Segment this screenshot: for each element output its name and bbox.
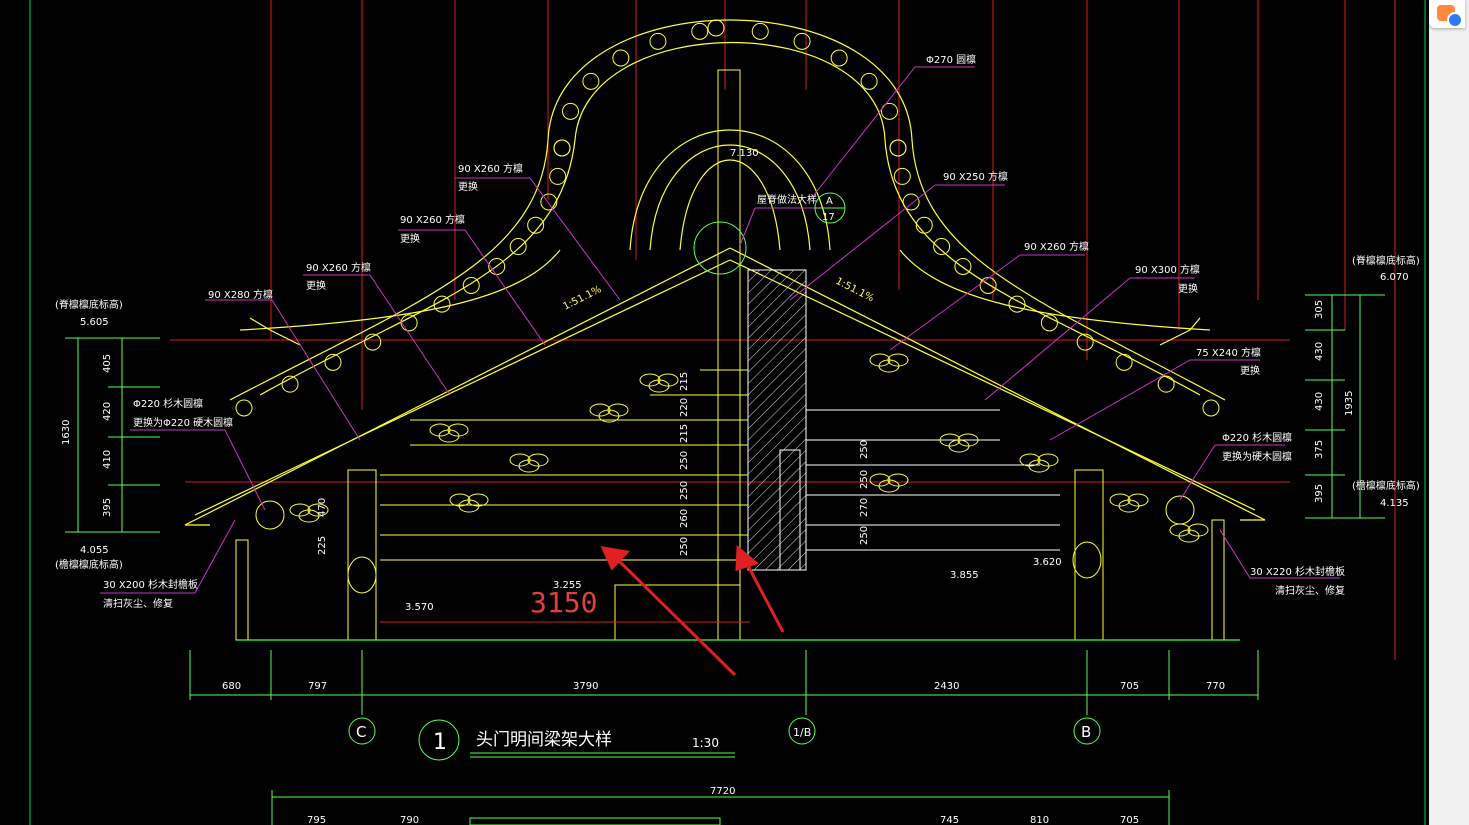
svg-text:90 X300 方檩: 90 X300 方檩 (1135, 263, 1200, 276)
svg-text:797: 797 (308, 681, 327, 692)
svg-text:250: 250 (859, 526, 870, 545)
svg-text:270: 270 (859, 498, 870, 517)
right-panel-strip (1429, 0, 1469, 825)
svg-text:90 X260 方檩: 90 X260 方檩 (1024, 240, 1089, 253)
svg-text:17: 17 (822, 212, 835, 223)
svg-text:Φ270 圆檩: Φ270 圆檩 (926, 53, 976, 66)
svg-text:1630: 1630 (61, 420, 72, 445)
svg-text:250: 250 (859, 470, 870, 489)
svg-text:810: 810 (1030, 815, 1049, 825)
app-dot-icon (1447, 12, 1463, 28)
svg-text:215: 215 (679, 424, 690, 443)
svg-text:3790: 3790 (573, 681, 598, 692)
svg-text:470: 470 (317, 498, 328, 517)
svg-text:90 X280 方檩: 90 X280 方檩 (208, 288, 273, 301)
svg-text:3.255: 3.255 (553, 580, 582, 591)
svg-text:90 X250 方檩: 90 X250 方檩 (943, 170, 1008, 183)
svg-text:90 X260 方檩: 90 X260 方檩 (400, 213, 465, 226)
svg-text:4.055: 4.055 (80, 545, 109, 556)
svg-text:(檐檩檩底标高): (檐檩檩底标高) (1352, 479, 1420, 492)
svg-text:2430: 2430 (934, 681, 959, 692)
overall-dim: 7720 (710, 786, 735, 797)
svg-text:6.070: 6.070 (1380, 272, 1409, 283)
svg-text:220: 220 (679, 398, 690, 417)
svg-text:更换: 更换 (306, 279, 326, 292)
svg-text:430: 430 (1314, 342, 1325, 361)
svg-text:745: 745 (940, 815, 959, 825)
svg-text:420: 420 (102, 402, 113, 421)
svg-text:(檐檩檩底标高): (檐檩檩底标高) (55, 558, 123, 571)
svg-text:395: 395 (1314, 484, 1325, 503)
drawing-number: 1 (433, 730, 447, 755)
svg-text:305: 305 (1314, 300, 1325, 319)
svg-text:30 X200 杉木封檐板: 30 X200 杉木封檐板 (103, 578, 198, 591)
svg-text:更换: 更换 (400, 232, 420, 245)
svg-text:375: 375 (1314, 440, 1325, 459)
svg-text:680: 680 (222, 681, 241, 692)
svg-text:790: 790 (400, 815, 419, 825)
svg-text:清扫灰尘、修复: 清扫灰尘、修复 (103, 597, 173, 610)
svg-text:7.130: 7.130 (730, 148, 759, 159)
svg-text:更换: 更换 (1240, 364, 1260, 377)
cad-drawing-canvas[interactable]: 头门明间梁架大样 1 1:30 C 1/B B 7720 3150 680 79… (0, 0, 1469, 825)
svg-text:3.570: 3.570 (405, 602, 434, 613)
svg-text:更换为硬木圆檩: 更换为硬木圆檩 (1222, 450, 1292, 463)
svg-text:430: 430 (1314, 392, 1325, 411)
svg-text:更换: 更换 (1178, 282, 1198, 295)
drawing-scale: 1:30 (692, 736, 719, 750)
drawing-title: 头门明间梁架大样 (476, 730, 612, 750)
svg-text:90 X260 方檩: 90 X260 方檩 (458, 162, 523, 175)
svg-text:更换: 更换 (458, 180, 478, 193)
svg-text:405: 405 (102, 354, 113, 373)
svg-text:395: 395 (102, 498, 113, 517)
svg-text:(脊檩檩底标高): (脊檩檩底标高) (55, 298, 123, 311)
svg-text:30 X220 杉木封檐板: 30 X220 杉木封檐板 (1250, 565, 1345, 578)
axis-label-1b: 1/B (793, 726, 811, 739)
svg-text:(脊檩檩底标高): (脊檩檩底标高) (1352, 254, 1420, 267)
svg-text:260: 260 (679, 509, 690, 528)
svg-text:Φ220 杉木圆檩: Φ220 杉木圆檩 (1222, 431, 1292, 444)
axis-label-c: C (356, 723, 366, 741)
svg-text:410: 410 (102, 450, 113, 469)
svg-text:清扫灰尘、修复: 清扫灰尘、修复 (1275, 584, 1345, 597)
axis-label-b: B (1081, 723, 1091, 741)
svg-text:4.135: 4.135 (1380, 498, 1409, 509)
svg-text:705: 705 (1120, 815, 1139, 825)
svg-text:Φ220 杉木圆檩: Φ220 杉木圆檩 (133, 397, 203, 410)
svg-text:705: 705 (1120, 681, 1139, 692)
svg-text:A: A (826, 196, 833, 207)
svg-text:90 X260 方檩: 90 X260 方檩 (306, 261, 371, 274)
svg-text:215: 215 (679, 372, 690, 391)
svg-text:250: 250 (679, 537, 690, 556)
svg-text:75 X240 方檩: 75 X240 方檩 (1196, 346, 1261, 359)
svg-text:250: 250 (679, 481, 690, 500)
svg-text:225: 225 (317, 536, 328, 555)
svg-text:3.855: 3.855 (950, 570, 979, 581)
svg-text:更换为Φ220 硬木圆檩: 更换为Φ220 硬木圆檩 (133, 416, 233, 429)
svg-text:770: 770 (1206, 681, 1225, 692)
svg-text:250: 250 (679, 451, 690, 470)
app-badge-icon[interactable] (1429, 0, 1465, 28)
svg-text:屋脊做法大样: 屋脊做法大样 (757, 193, 817, 206)
svg-text:3.620: 3.620 (1033, 557, 1062, 568)
svg-text:1935: 1935 (1344, 391, 1355, 416)
svg-text:795: 795 (307, 815, 326, 825)
svg-text:250: 250 (859, 440, 870, 459)
svg-text:5.605: 5.605 (80, 317, 109, 328)
